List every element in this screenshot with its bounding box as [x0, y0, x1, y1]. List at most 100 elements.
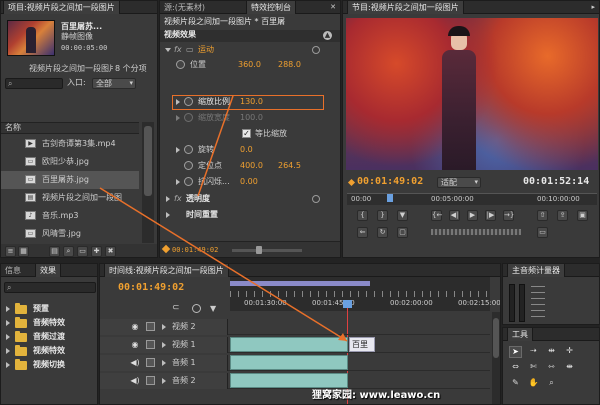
rotation-value[interactable]: 0.0: [240, 144, 253, 156]
tab-program[interactable]: 节目:视频片段之间加一段图片: [347, 1, 464, 14]
stopwatch-icon[interactable]: [184, 161, 193, 170]
tab-tools[interactable]: 工具: [507, 328, 533, 341]
project-scrollbar-thumb[interactable]: [144, 126, 152, 196]
position-y-value[interactable]: 288.0: [278, 59, 301, 71]
track-header[interactable]: ◉ 视频 2: [100, 319, 228, 335]
expand-icon[interactable]: [6, 320, 10, 326]
timeline-playhead-handle[interactable]: [343, 300, 352, 308]
mark-in-icon[interactable]: {: [357, 210, 368, 221]
lift-icon[interactable]: ⇧: [537, 210, 548, 221]
timeline-timecode[interactable]: 00:01:49:02: [118, 282, 184, 294]
track-header[interactable]: ◉ 视频 1: [100, 337, 228, 353]
expand-rotation-icon[interactable]: [176, 147, 180, 153]
tab-project[interactable]: 项目:视频片段之间加一段图片: [3, 1, 120, 14]
play-icon[interactable]: ▶: [467, 210, 478, 221]
step-back-icon[interactable]: ◀|: [449, 210, 460, 221]
uniform-scale-checkbox[interactable]: ✓: [242, 129, 251, 138]
file-list-item[interactable]: ▭ 百里屠苏.jpg: [1, 171, 139, 189]
new-item-icon[interactable]: ✚: [91, 246, 102, 257]
expand-icon[interactable]: [6, 348, 10, 354]
extract-icon[interactable]: ⇪: [557, 210, 568, 221]
slide-tool-icon[interactable]: ⇼: [563, 362, 576, 374]
lock-icon[interactable]: [146, 322, 155, 331]
marker-icon[interactable]: ▼: [397, 210, 408, 221]
timeline-clip-audio2[interactable]: [230, 373, 348, 388]
go-to-out-icon[interactable]: →}: [503, 210, 514, 221]
file-list-item[interactable]: ▤ 视频片段之间加一段图: [1, 189, 139, 207]
lock-icon[interactable]: [146, 376, 155, 385]
expand-track-icon[interactable]: [162, 342, 166, 348]
program-playhead[interactable]: [387, 194, 393, 202]
loop-icon[interactable]: ↻: [377, 227, 388, 238]
anchor-x-value[interactable]: 400.0: [240, 160, 263, 172]
expand-flicker-icon[interactable]: [176, 179, 180, 185]
zoom-tool-icon[interactable]: ⌕: [545, 378, 558, 390]
find-icon[interactable]: ⌕: [63, 246, 74, 257]
effects-list-item[interactable]: 视频切换: [1, 358, 97, 372]
tab-audio-master[interactable]: 主音频计量器: [507, 264, 565, 277]
safe-margins-icon[interactable]: ▢: [397, 227, 408, 238]
step-forward-icon[interactable]: |▶: [485, 210, 496, 221]
speaker-icon[interactable]: ◀): [130, 376, 140, 385]
position-x-value[interactable]: 360.0: [238, 59, 261, 71]
project-scrollbar[interactable]: [142, 122, 154, 243]
file-list-item[interactable]: ▶ 古剑奇谭第3集.mp4: [1, 135, 139, 153]
timeline-scrollbar[interactable]: [492, 312, 500, 404]
zoom-slider[interactable]: [232, 249, 302, 252]
ripple-edit-tool-icon[interactable]: ⇹: [545, 346, 558, 358]
razor-tool-icon[interactable]: ✄: [527, 362, 540, 374]
rolling-edit-tool-icon[interactable]: ✛: [563, 346, 576, 358]
track-select-tool-icon[interactable]: ⇢: [527, 346, 540, 358]
automate-icon[interactable]: ▤: [49, 246, 60, 257]
anchor-y-value[interactable]: 264.5: [278, 160, 301, 172]
program-ruler[interactable]: 00:00 00:05:00:00 00:10:00:00: [347, 193, 597, 205]
lock-icon[interactable]: [146, 358, 155, 367]
new-bin-icon[interactable]: ▭: [77, 246, 88, 257]
expand-scale-width-icon[interactable]: [176, 115, 180, 121]
program-timecode-left[interactable]: 00:01:49:02: [357, 176, 423, 188]
expand-opacity-icon[interactable]: [166, 196, 170, 202]
effects-search-input[interactable]: ⌕: [4, 282, 96, 293]
stopwatch-icon[interactable]: [176, 60, 185, 69]
timeline-scrollbar-thumb[interactable]: [493, 318, 499, 358]
time-remap-row[interactable]: 时间重置: [160, 208, 340, 222]
track-header[interactable]: ◀) 音频 2: [100, 373, 228, 389]
expand-icon[interactable]: [6, 334, 10, 340]
expand-time-remap-icon[interactable]: [166, 212, 170, 218]
icon-view-icon[interactable]: ▦: [18, 246, 29, 257]
tab-timeline[interactable]: 时间线:视频片段之间加一段图片: [104, 264, 229, 277]
in-select[interactable]: 全部 ▾: [92, 78, 136, 89]
tab-source[interactable]: 源:(无素材): [160, 1, 209, 14]
keyframe-icon[interactable]: [192, 304, 201, 313]
timeline-clip-audio1[interactable]: [230, 355, 348, 370]
expand-icon[interactable]: [6, 306, 10, 312]
expand-motion-icon[interactable]: [165, 48, 171, 52]
effects-list-item[interactable]: 音频特效: [1, 316, 97, 330]
expand-track-icon[interactable]: [162, 324, 166, 330]
delete-icon[interactable]: ✖: [105, 246, 116, 257]
pen-tool-icon[interactable]: ✎: [509, 378, 522, 390]
trim-icon[interactable]: ⇐: [357, 227, 368, 238]
rate-stretch-tool-icon[interactable]: ⇔: [509, 362, 522, 374]
selection-tool-icon[interactable]: ➤: [509, 346, 522, 358]
work-area-bar[interactable]: [230, 281, 370, 286]
panel-menu-icon[interactable]: ▸: [591, 3, 595, 11]
speaker-icon[interactable]: ◀): [130, 358, 140, 367]
tab-info[interactable]: 信息: [1, 264, 25, 277]
file-list-item[interactable]: ▭ 风晴雪.jpg: [1, 225, 139, 243]
effects-list-item[interactable]: 音频过渡: [1, 330, 97, 344]
go-to-in-icon[interactable]: {←: [431, 210, 442, 221]
panel-close-icon[interactable]: ✕: [330, 3, 336, 11]
jog-dial[interactable]: [431, 229, 521, 235]
mark-out-icon[interactable]: }: [377, 210, 388, 221]
effects-list-item[interactable]: 视频特效: [1, 344, 97, 358]
stopwatch-icon[interactable]: [184, 177, 193, 186]
fit-select[interactable]: 适配 ▾: [437, 177, 481, 188]
opacity-row[interactable]: fx 透明度: [160, 192, 340, 206]
timeline-ruler[interactable]: 00:01:30:00 00:01:45:00 00:02:00:00 00:0…: [230, 277, 500, 311]
tab-effects[interactable]: 效果: [35, 264, 61, 277]
hand-tool-icon[interactable]: ✋: [527, 378, 540, 390]
reset-motion-icon[interactable]: [312, 46, 320, 54]
column-header[interactable]: 名称: [1, 122, 139, 134]
track-header[interactable]: ◀) 音频 1: [100, 355, 228, 371]
